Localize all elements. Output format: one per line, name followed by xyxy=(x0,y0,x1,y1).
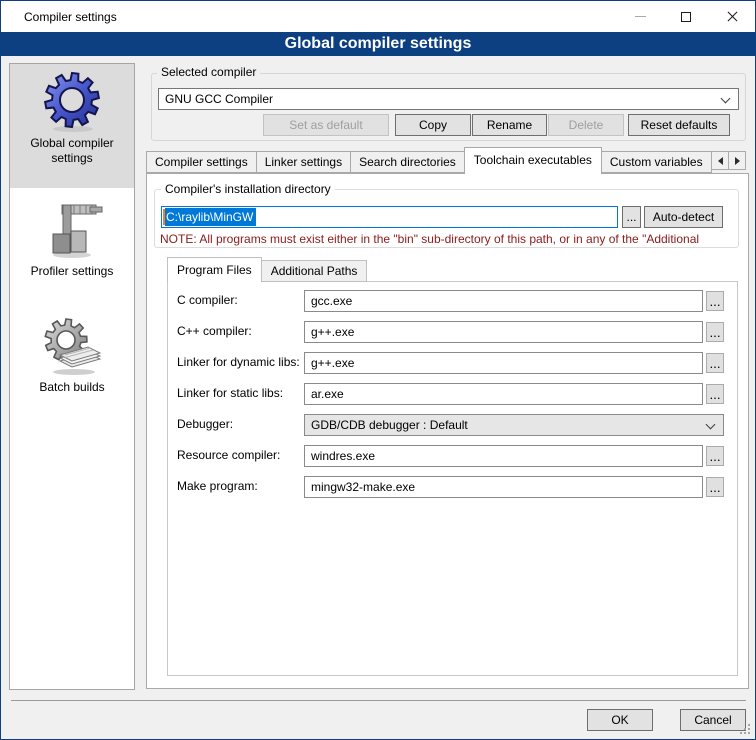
static-linker-input[interactable]: ar.exe xyxy=(304,383,703,405)
field-value: gcc.exe xyxy=(311,294,352,308)
resource-compiler-input[interactable]: windres.exe xyxy=(304,445,703,467)
debugger-select[interactable]: GDB/CDB debugger : Default xyxy=(304,414,724,436)
tab-scroll-right-button[interactable] xyxy=(728,151,746,170)
tab-toolchain-executables[interactable]: Toolchain executables xyxy=(464,147,602,174)
browse-button[interactable]: ... xyxy=(706,446,724,466)
sidebar-item-profiler-settings[interactable]: Profiler settings xyxy=(10,192,134,302)
tab-additional-paths[interactable]: Additional Paths xyxy=(261,260,368,282)
chevron-down-icon xyxy=(721,94,731,104)
field-label: Linker for static libs: xyxy=(177,386,283,400)
arrow-left-icon xyxy=(718,157,723,165)
tab-scroll-buttons xyxy=(712,151,746,170)
field-row-resource-compiler: Resource compiler: windres.exe ... xyxy=(168,445,737,467)
tab-program-files[interactable]: Program Files xyxy=(167,257,262,282)
window-title: Compiler settings xyxy=(24,10,117,24)
minimize-icon xyxy=(635,16,646,17)
footer-divider xyxy=(11,700,746,701)
installation-directory-value: C:\raylib\MinGW xyxy=(165,208,256,226)
field-row-make-program: Make program: mingw32-make.exe ... xyxy=(168,476,737,498)
installation-directory-input[interactable]: C:\raylib\MinGW xyxy=(161,206,618,228)
installation-directory-legend: Compiler's installation directory xyxy=(161,182,335,196)
field-value: ar.exe xyxy=(311,387,344,401)
field-value: mingw32-make.exe xyxy=(311,480,415,494)
tab-search-directories[interactable]: Search directories xyxy=(350,151,465,173)
sidebar-item-label: Profiler settings xyxy=(10,264,134,279)
make-program-input[interactable]: mingw32-make.exe xyxy=(304,476,703,498)
dynamic-linker-input[interactable]: g++.exe xyxy=(304,352,703,374)
tab-custom-variables[interactable]: Custom variables xyxy=(601,151,712,173)
compiler-settings-dialog: Compiler settings Global compiler settin… xyxy=(0,0,756,740)
sidebar-item-label: Global compiler settings xyxy=(10,136,134,166)
field-row-cpp-compiler: C++ compiler: g++.exe ... xyxy=(168,321,737,343)
maximize-button[interactable] xyxy=(663,1,709,32)
sidebar-item-global-compiler-settings[interactable]: Global compiler settings xyxy=(10,64,134,188)
compiler-select[interactable]: GNU GCC Compiler xyxy=(158,88,739,110)
delete-button[interactable]: Delete xyxy=(548,114,624,136)
settings-category-list: Global compiler settings Profiler settin… xyxy=(9,63,135,690)
sidebar-item-batch-builds[interactable]: Batch builds xyxy=(10,308,134,424)
field-row-static-linker: Linker for static libs: ar.exe ... xyxy=(168,383,737,405)
tab-linker-settings[interactable]: Linker settings xyxy=(256,151,351,173)
field-label: Linker for dynamic libs: xyxy=(177,355,300,369)
arrow-right-icon xyxy=(735,157,740,165)
copy-button[interactable]: Copy xyxy=(395,114,471,136)
field-value: g++.exe xyxy=(311,325,354,339)
tab-scroll-left-button[interactable] xyxy=(711,151,729,170)
title-bar: Compiler settings xyxy=(1,1,755,32)
cpp-compiler-input[interactable]: g++.exe xyxy=(304,321,703,343)
field-value: windres.exe xyxy=(311,449,375,463)
sub-tab-strip: Program Files Additional Paths xyxy=(167,257,367,282)
debugger-select-value: GDB/CDB debugger : Default xyxy=(311,418,468,432)
tab-clip-region: Compiler settings Linker settings Search… xyxy=(146,147,712,174)
minimize-button[interactable] xyxy=(617,1,663,32)
sidebar-item-label: Batch builds xyxy=(10,380,134,395)
close-button[interactable] xyxy=(709,1,755,32)
field-label: C++ compiler: xyxy=(177,324,252,338)
set-as-default-button[interactable]: Set as default xyxy=(263,114,389,136)
browse-button[interactable]: ... xyxy=(706,384,724,404)
ok-button[interactable]: OK xyxy=(587,709,653,731)
browse-button[interactable]: ... xyxy=(706,353,724,373)
caliper-icon xyxy=(40,198,104,262)
field-row-dynamic-linker: Linker for dynamic libs: g++.exe ... xyxy=(168,352,737,374)
gear-blue-icon xyxy=(40,70,104,134)
bin-subdirectory-note: NOTE: All programs must exist either in … xyxy=(160,232,737,246)
resize-grip[interactable] xyxy=(740,724,752,736)
auto-detect-button[interactable]: Auto-detect xyxy=(644,206,723,228)
field-row-debugger: Debugger: GDB/CDB debugger : Default xyxy=(168,414,737,436)
field-label: Resource compiler: xyxy=(177,448,280,462)
browse-directory-button[interactable]: ... xyxy=(622,206,641,228)
chevron-down-icon xyxy=(706,420,716,430)
field-label: Debugger: xyxy=(177,417,233,431)
tab-compiler-settings[interactable]: Compiler settings xyxy=(146,151,257,173)
page-title: Global compiler settings xyxy=(1,32,755,56)
compiler-select-value: GNU GCC Compiler xyxy=(165,92,273,106)
field-label: Make program: xyxy=(177,479,258,493)
field-label: C compiler: xyxy=(177,293,238,307)
selected-compiler-legend: Selected compiler xyxy=(157,65,260,79)
main-tab-strip: Compiler settings Linker settings Search… xyxy=(146,147,749,174)
gear-stack-icon xyxy=(40,314,104,378)
rename-button[interactable]: Rename xyxy=(472,114,547,136)
maximize-icon xyxy=(681,12,691,22)
reset-defaults-button[interactable]: Reset defaults xyxy=(628,114,730,136)
close-icon xyxy=(726,10,739,23)
field-value: g++.exe xyxy=(311,356,354,370)
browse-button[interactable]: ... xyxy=(706,322,724,342)
field-row-c-compiler: C compiler: gcc.exe ... xyxy=(168,290,737,312)
program-files-panel: C compiler: gcc.exe ... C++ compiler: g+… xyxy=(167,281,738,676)
cancel-button[interactable]: Cancel xyxy=(680,709,746,731)
browse-button[interactable]: ... xyxy=(706,477,724,497)
c-compiler-input[interactable]: gcc.exe xyxy=(304,290,703,312)
browse-button[interactable]: ... xyxy=(706,291,724,311)
